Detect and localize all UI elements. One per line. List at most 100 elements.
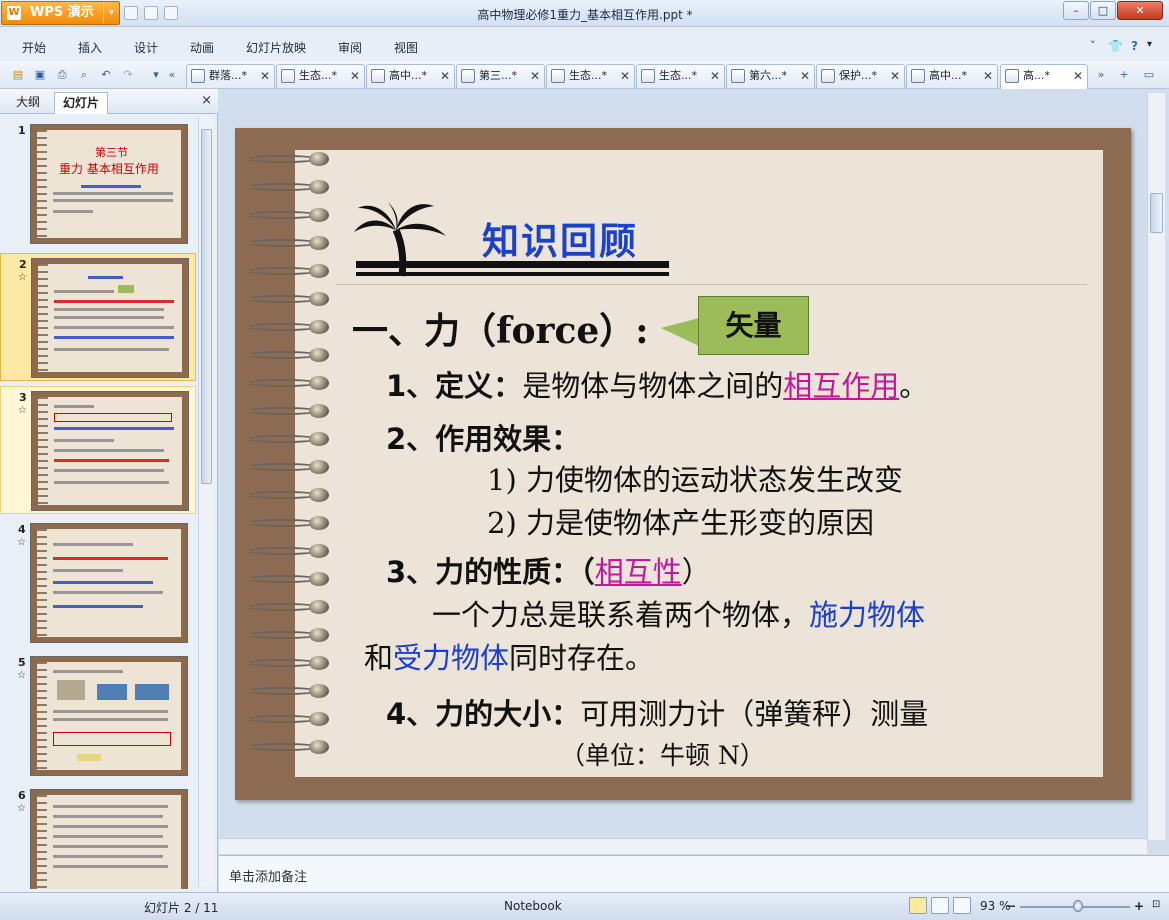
- save-icon[interactable]: ▣: [32, 67, 48, 83]
- effect-label[interactable]: 2、作用效果：: [386, 416, 580, 458]
- menu-home[interactable]: 开始: [22, 39, 46, 56]
- normal-view-icon[interactable]: [909, 897, 927, 914]
- section-title[interactable]: 一、力（force）:: [352, 302, 649, 354]
- magnitude-line[interactable]: 4、力的大小：可用测力计（弹簧秤）测量: [386, 691, 928, 733]
- doc-tab[interactable]: 生态...* ✕: [636, 64, 725, 88]
- tabs-scroll-left-icon[interactable]: «: [164, 67, 180, 83]
- zoom-out-icon[interactable]: −: [1006, 899, 1016, 913]
- slide-thumbnail[interactable]: 3 ☆: [0, 386, 196, 514]
- doc-tab[interactable]: 第三...* ✕: [456, 64, 545, 88]
- doc-tab[interactable]: 高中...* ✕: [366, 64, 455, 88]
- doc-tab[interactable]: 第六...* ✕: [726, 64, 815, 88]
- undo-icon[interactable]: ↶: [98, 67, 114, 83]
- slide-heading[interactable]: 知识回顾: [482, 211, 638, 265]
- slideshow-icon[interactable]: [953, 897, 971, 914]
- close-tab-icon[interactable]: ✕: [710, 65, 720, 87]
- minimize-button[interactable]: –: [1063, 1, 1089, 20]
- tab-list-icon[interactable]: ▭: [1141, 67, 1157, 83]
- app-brand-label: WPS 演示: [30, 5, 94, 20]
- wps-app-menu-button[interactable]: W WPS 演示 ▾: [1, 1, 120, 25]
- notes-placeholder: 单击添加备注: [229, 870, 308, 885]
- close-tab-icon[interactable]: ✕: [1073, 65, 1083, 87]
- skin-icon[interactable]: 👕: [1108, 39, 1123, 53]
- ppt-file-icon: [281, 69, 295, 83]
- close-tab-icon[interactable]: ✕: [800, 65, 810, 87]
- slide-thumbnail[interactable]: 1 第三节 重力 基本相互作用: [0, 120, 196, 248]
- fit-window-icon[interactable]: ⊡: [1152, 899, 1160, 910]
- menu-design[interactable]: 设计: [134, 39, 158, 56]
- menu-animation[interactable]: 动画: [190, 39, 214, 56]
- close-tab-icon[interactable]: ✕: [260, 65, 270, 87]
- help-dropdown-icon[interactable]: ▾: [1147, 39, 1152, 50]
- close-icon[interactable]: ×: [201, 93, 212, 108]
- menu-review[interactable]: 审阅: [338, 39, 362, 56]
- ppt-file-icon: [1005, 69, 1019, 83]
- customize-toolbar-icon[interactable]: ▾: [148, 67, 164, 83]
- property-text-1[interactable]: 一个力总是联系着两个物体，施力物体: [432, 592, 925, 634]
- close-tab-icon[interactable]: ✕: [983, 65, 993, 87]
- callout-pointer: [661, 318, 699, 346]
- title-bar: W WPS 演示 ▾ 高中物理必修1重力_基本相互作用.ppt * – □ ✕: [0, 0, 1169, 27]
- scrollbar-thumb[interactable]: [1150, 193, 1163, 233]
- animation-star-icon: ☆: [17, 803, 26, 814]
- ppt-file-icon: [461, 69, 475, 83]
- new-tab-icon[interactable]: +: [1116, 67, 1132, 83]
- close-tab-icon[interactable]: ✕: [350, 65, 360, 87]
- tabs-scroll-right-icon[interactable]: »: [1093, 67, 1109, 83]
- help-icon[interactable]: ?: [1131, 39, 1138, 53]
- thumbnail-scrollbar[interactable]: [198, 117, 214, 887]
- ppt-file-icon: [911, 69, 925, 83]
- close-tab-icon[interactable]: ✕: [440, 65, 450, 87]
- slide-sorter-icon[interactable]: [931, 897, 949, 914]
- close-tab-icon[interactable]: ✕: [620, 65, 630, 87]
- ppt-file-icon: [731, 69, 745, 83]
- slide-thumbnail[interactable]: 6 ☆: [0, 785, 196, 889]
- tab-outline[interactable]: 大纲: [8, 92, 48, 114]
- thumb-title: 第三节: [95, 146, 128, 159]
- panel-tabs: 大纲 幻灯片 ×: [0, 89, 218, 114]
- doc-tab-active[interactable]: 高...* ✕: [1000, 64, 1088, 89]
- slide-thumbnail[interactable]: 4 ☆: [0, 519, 196, 647]
- ppt-file-icon: [191, 69, 205, 83]
- quick-undo-icon[interactable]: [164, 6, 178, 20]
- definition-line[interactable]: 1、定义：是物体与物体之间的相互作用。: [386, 363, 928, 405]
- close-tab-icon[interactable]: ✕: [530, 65, 540, 87]
- zoom-in-icon[interactable]: +: [1134, 899, 1144, 913]
- menu-view[interactable]: 视图: [394, 39, 418, 56]
- ppt-file-icon: [371, 69, 385, 83]
- maximize-button[interactable]: □: [1090, 1, 1116, 20]
- doc-tab[interactable]: 高中...* ✕: [906, 64, 998, 88]
- doc-tab[interactable]: 保护...* ✕: [816, 64, 905, 88]
- doc-tab[interactable]: 群落...* ✕: [186, 64, 275, 88]
- horizontal-scrollbar[interactable]: [219, 838, 1147, 854]
- print-preview-icon[interactable]: ⌕: [76, 67, 92, 83]
- effect-item-1[interactable]: 1) 力使物体的运动状态发生改变: [487, 457, 903, 499]
- property-text-2[interactable]: 和受力物体同时存在。: [364, 635, 654, 677]
- print-icon[interactable]: ⎙: [54, 67, 70, 83]
- collapse-ribbon-icon[interactable]: ˅: [1090, 39, 1096, 52]
- open-icon[interactable]: ▤: [10, 67, 26, 83]
- close-button[interactable]: ✕: [1117, 1, 1163, 20]
- quick-save-icon[interactable]: [124, 6, 138, 20]
- tab-slides[interactable]: 幻灯片: [54, 92, 109, 114]
- thumb-subtitle: 重力 基本相互作用: [59, 162, 159, 176]
- zoom-slider-knob[interactable]: [1073, 900, 1083, 912]
- property-line[interactable]: 3、力的性质：（相互性）: [386, 549, 711, 591]
- redo-icon[interactable]: ↷: [120, 67, 136, 83]
- menu-slideshow[interactable]: 幻灯片放映: [246, 39, 306, 56]
- quick-print-icon[interactable]: [144, 6, 158, 20]
- menu-insert[interactable]: 插入: [78, 39, 102, 56]
- slide-thumbnail-selected[interactable]: 2 ☆: [0, 253, 196, 381]
- callout-box[interactable]: 矢量: [698, 296, 809, 355]
- vertical-scrollbar[interactable]: [1147, 93, 1165, 840]
- doc-tab[interactable]: 生态...* ✕: [546, 64, 635, 88]
- notes-pane[interactable]: 单击添加备注: [219, 855, 1169, 892]
- effect-item-2[interactable]: 2) 力是使物体产生形变的原因: [487, 500, 874, 542]
- animation-star-icon: ☆: [17, 537, 26, 548]
- unit-text[interactable]: （单位：牛顿 N）: [560, 736, 765, 772]
- slide-thumbnail[interactable]: 5 ☆: [0, 652, 196, 780]
- spiral-binding: [243, 150, 335, 780]
- doc-tab[interactable]: 生态...* ✕: [276, 64, 365, 88]
- close-tab-icon[interactable]: ✕: [890, 65, 900, 87]
- slides-panel: 大纲 幻灯片 × 1 第三节 重力 基本相互作用 2 ☆ 3 ☆ 4 ☆ 5 ☆…: [0, 89, 218, 892]
